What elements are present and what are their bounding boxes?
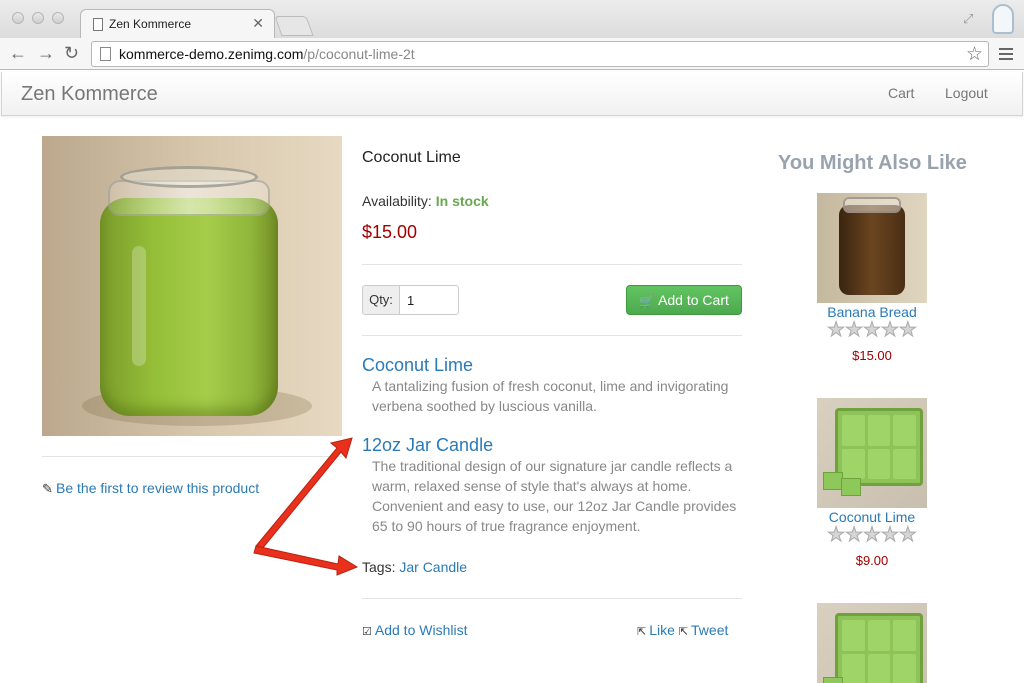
tab-title: Zen Kommerce <box>109 17 192 31</box>
page-icon <box>93 18 103 31</box>
recommendation-name[interactable]: Banana Bread <box>786 304 958 320</box>
fullscreen-icon[interactable]: ⤢ <box>963 11 973 27</box>
rating-stars: ★★★★★ <box>827 319 918 341</box>
product-image <box>42 136 342 436</box>
close-tab-icon[interactable]: ✕ <box>252 15 264 32</box>
divider <box>362 264 742 265</box>
section-title-scent[interactable]: Coconut Lime <box>362 355 473 376</box>
pencil-icon: ✎ <box>42 481 53 496</box>
arrow-to-title <box>255 437 353 550</box>
divider <box>362 598 742 599</box>
recommendation-name[interactable]: Coconut Lime <box>786 509 958 525</box>
new-tab-button[interactable] <box>274 16 314 36</box>
tag-link[interactable]: Jar Candle <box>399 559 467 575</box>
cart-icon: 🛒 <box>639 294 655 308</box>
recommendation-price: $15.00 <box>852 348 892 363</box>
site-navbar: Zen Kommerce Cart Logout <box>1 72 1023 116</box>
close-window-button[interactable] <box>12 12 24 24</box>
like-link[interactable]: ⇱ Like <box>637 622 675 638</box>
product-price: $15.00 <box>362 222 418 242</box>
page-icon <box>100 47 111 61</box>
review-link[interactable]: ✎ Be the first to review this product <box>42 480 259 497</box>
recommendation-item <box>786 603 958 683</box>
browser-toolbar: ← → ↻ kommerce-demo.zenimg.com/p/coconut… <box>0 38 1024 70</box>
add-to-wishlist-link[interactable]: ☑ Add to Wishlist <box>362 622 467 638</box>
minimize-window-button[interactable] <box>32 12 44 24</box>
share-icon: ⇱ <box>678 626 689 638</box>
qty-label: Qty: <box>362 285 399 315</box>
stock-status: In stock <box>435 193 489 209</box>
tags: Tags: Jar Candle <box>362 559 468 575</box>
profile-avatar-icon[interactable] <box>992 4 1014 34</box>
add-to-cart-button[interactable]: 🛒 Add to Cart <box>626 285 742 315</box>
url-text: kommerce-demo.zenimg.com/p/coconut-lime-… <box>119 46 415 62</box>
divider <box>362 335 742 336</box>
browser-tab[interactable]: Zen Kommerce ✕ <box>80 9 275 38</box>
share-links: ⇱ Like ⇱ Tweet <box>637 622 728 638</box>
cart-link[interactable]: Cart <box>888 85 914 101</box>
bookmark-star-icon[interactable]: ☆ <box>966 43 983 66</box>
divider <box>42 456 342 457</box>
reload-icon[interactable]: ↻ <box>64 42 79 64</box>
product-title: Coconut Lime <box>362 149 461 166</box>
section-description-type: The traditional design of our signature … <box>372 458 737 534</box>
logout-link[interactable]: Logout <box>945 85 988 101</box>
availability: Availability: In stock <box>362 193 489 209</box>
rating-stars: ★★★★★ <box>827 524 918 546</box>
checkbox-icon: ☑ <box>362 626 372 638</box>
brand-link[interactable]: Zen Kommerce <box>21 83 158 106</box>
tweet-link[interactable]: ⇱ Tweet <box>679 622 729 638</box>
forward-icon[interactable]: → <box>37 42 55 64</box>
share-icon: ⇱ <box>637 626 647 638</box>
recommendation-item: Banana Bread ★★★★★ $15.00 <box>786 193 958 363</box>
arrow-to-tags <box>253 545 359 576</box>
recommendation-item: Coconut Lime ★★★★★ $9.00 <box>786 398 958 568</box>
zoom-window-button[interactable] <box>52 12 64 24</box>
browser-menu-icon[interactable] <box>999 48 1013 63</box>
section-description-scent: A tantalizing fusion of fresh coconut, l… <box>372 378 729 414</box>
address-bar[interactable]: kommerce-demo.zenimg.com/p/coconut-lime-… <box>91 41 989 67</box>
back-icon[interactable]: ← <box>9 42 27 64</box>
section-title-type[interactable]: 12oz Jar Candle <box>362 435 493 456</box>
quantity-group: Qty: <box>362 285 459 315</box>
recommendation-price: $9.00 <box>855 553 889 568</box>
recommendations-title: You Might Also Like <box>778 152 967 174</box>
recommendation-image[interactable] <box>817 398 927 508</box>
quantity-input[interactable] <box>399 285 459 315</box>
recommendation-image[interactable] <box>817 193 927 303</box>
recommendation-image[interactable] <box>817 603 927 683</box>
browser-titlebar: Zen Kommerce ✕ ⤢ <box>0 0 1024 38</box>
